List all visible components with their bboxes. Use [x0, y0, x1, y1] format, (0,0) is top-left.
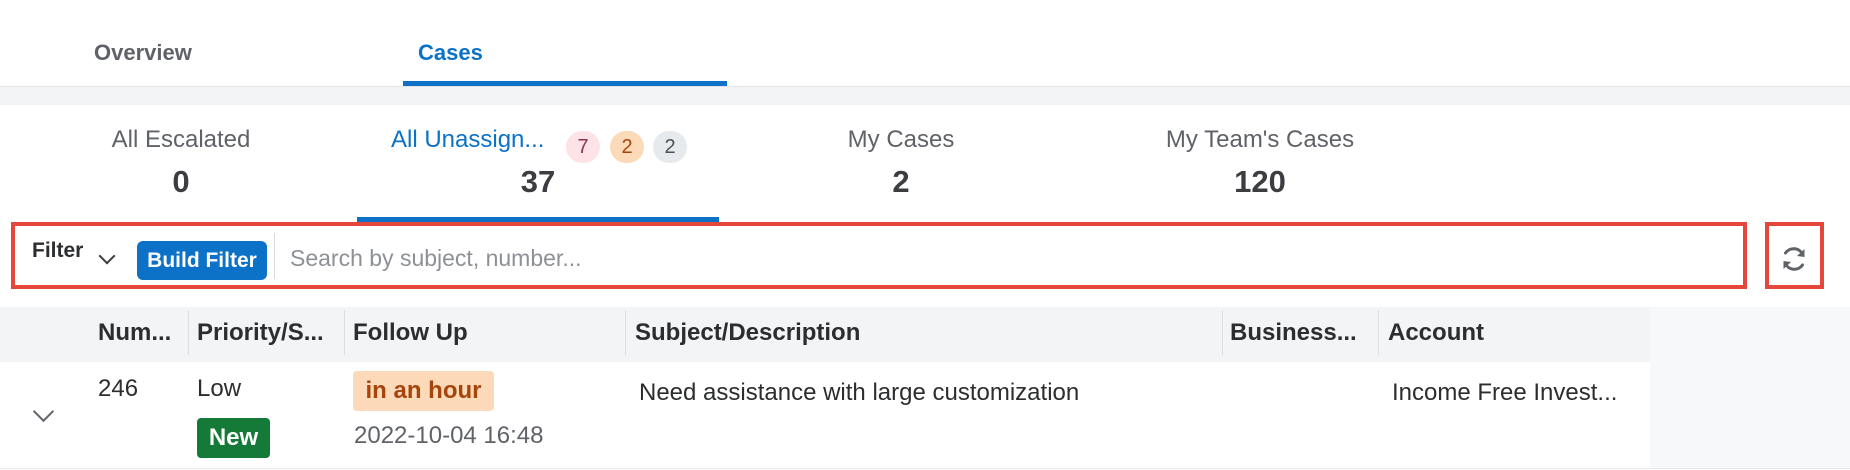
subject-link[interactable]: Need assistance with large customization	[639, 379, 1079, 407]
column-header-number[interactable]: Num...	[98, 319, 171, 347]
build-filter-button[interactable]: Build Filter	[137, 241, 267, 280]
section-band	[0, 87, 1850, 105]
priority-value: Low	[197, 375, 242, 402]
view-label: My Cases	[847, 126, 955, 153]
column-divider[interactable]	[344, 310, 345, 355]
divider	[274, 233, 275, 279]
view-count: 0	[172, 164, 190, 199]
column-header-priority-status[interactable]: Priority/S...	[197, 319, 324, 347]
column-divider[interactable]	[188, 310, 189, 355]
account-link[interactable]: Income Free Invest...	[1392, 379, 1617, 407]
view-all-escalated[interactable]: All Escalated 0	[60, 126, 302, 200]
column-header-account[interactable]: Account	[1388, 319, 1484, 347]
status-badge: New	[197, 418, 270, 458]
case-number: 246	[98, 375, 139, 402]
count-badge: 2	[653, 131, 687, 163]
column-divider[interactable]	[1378, 310, 1379, 355]
view-count: 2	[892, 164, 910, 199]
column-divider[interactable]	[625, 310, 626, 355]
refresh-icon[interactable]	[1779, 244, 1809, 274]
column-header-business[interactable]: Business...	[1230, 319, 1357, 347]
column-divider[interactable]	[1222, 310, 1223, 355]
view-my-cases[interactable]: My Cases 2	[780, 126, 1022, 200]
view-label: My Team's Cases	[1165, 126, 1355, 153]
view-label: All Unassign...	[391, 126, 545, 153]
table-scroll-area	[1650, 362, 1850, 468]
view-label: All Escalated	[111, 126, 251, 153]
view-my-teams-cases[interactable]: My Team's Cases 120	[1110, 126, 1410, 200]
tab-overview[interactable]: Overview	[94, 40, 192, 66]
column-header-follow-up[interactable]: Follow Up	[353, 319, 468, 347]
count-badge: 2	[610, 131, 644, 163]
follow-up-date: 2022-10-04 16:48	[354, 422, 544, 449]
follow-up-badge: in an hour	[353, 371, 494, 411]
tab-cases[interactable]: Cases	[418, 40, 483, 66]
view-count: 120	[1234, 164, 1286, 199]
filter-dropdown[interactable]: Filter	[32, 239, 83, 263]
count-badge: 7	[566, 131, 600, 163]
column-header-subject-description[interactable]: Subject/Description	[635, 319, 860, 347]
view-count: 37	[520, 164, 556, 199]
search-input[interactable]	[276, 236, 1736, 280]
